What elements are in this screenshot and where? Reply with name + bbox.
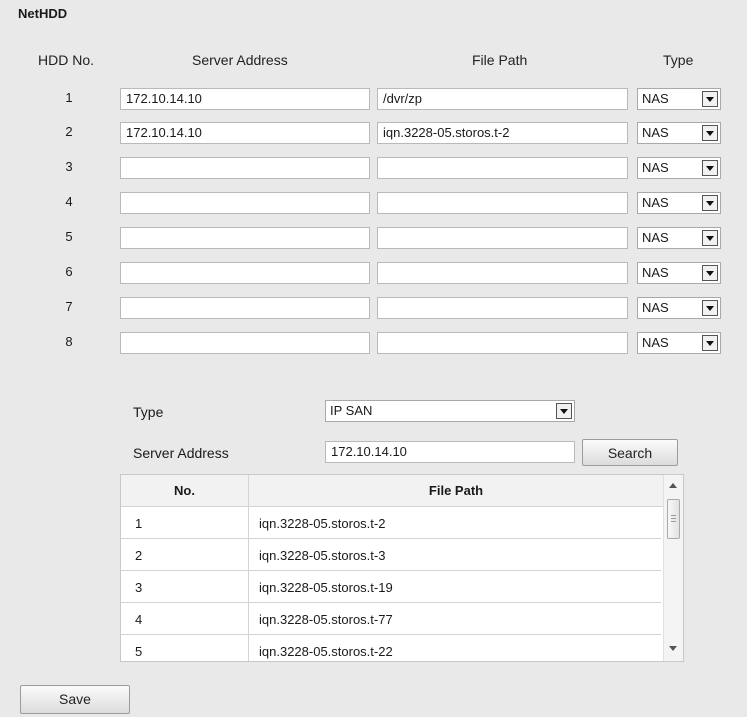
file-path-field-8[interactable]: [377, 332, 628, 354]
search-server-address-field[interactable]: 172.10.14.10: [325, 441, 575, 463]
scrollbar-thumb[interactable]: [667, 499, 680, 539]
results-table: No. File Path 1 iqn.3228-05.storos.t-2 2…: [120, 474, 684, 662]
chevron-down-icon[interactable]: [702, 195, 718, 211]
search-type-label: Type: [133, 404, 164, 420]
type-select-8[interactable]: NAS: [637, 332, 721, 354]
search-server-label: Server Address: [133, 445, 229, 461]
chevron-down-icon[interactable]: [702, 300, 718, 316]
chevron-down-icon[interactable]: [556, 403, 572, 419]
server-address-field-4[interactable]: [120, 192, 370, 214]
hdd-row-number: 8: [65, 334, 73, 349]
chevron-down-icon[interactable]: [702, 230, 718, 246]
row-no: 1: [135, 516, 143, 531]
server-address-field-1[interactable]: 172.10.14.10: [120, 88, 370, 110]
type-select-7[interactable]: NAS: [637, 297, 721, 319]
column-header-file-path: File Path: [472, 52, 528, 68]
type-select-6[interactable]: NAS: [637, 262, 721, 284]
row-no: 4: [135, 612, 143, 627]
scroll-up-icon[interactable]: [669, 483, 677, 488]
results-header-no: No.: [121, 475, 248, 507]
file-path-field-3[interactable]: [377, 157, 628, 179]
column-header-hdd-no: HDD No.: [38, 52, 95, 68]
row-no: 2: [135, 548, 143, 563]
table-row[interactable]: 2 iqn.3228-05.storos.t-3: [121, 539, 661, 571]
file-path-field-2[interactable]: iqn.3228-05.storos.t-2: [377, 122, 628, 144]
chevron-down-icon[interactable]: [702, 335, 718, 351]
row-file-path: iqn.3228-05.storos.t-77: [259, 612, 393, 627]
section-title: NetHDD: [18, 6, 68, 21]
file-path-field-6[interactable]: [377, 262, 628, 284]
row-file-path: iqn.3228-05.storos.t-3: [259, 548, 386, 563]
file-path-field-1[interactable]: /dvr/zp: [377, 88, 628, 110]
type-select-5[interactable]: NAS: [637, 227, 721, 249]
hdd-row-number: 4: [65, 194, 73, 209]
hdd-row-number: 2: [65, 124, 73, 139]
server-address-field-2[interactable]: 172.10.14.10: [120, 122, 370, 144]
row-file-path: iqn.3228-05.storos.t-2: [259, 516, 386, 531]
type-select-4[interactable]: NAS: [637, 192, 721, 214]
type-select-1[interactable]: NAS: [637, 88, 721, 110]
server-address-field-8[interactable]: [120, 332, 370, 354]
row-no: 5: [135, 644, 143, 659]
column-header-type: Type: [663, 52, 694, 68]
scroll-down-icon[interactable]: [669, 646, 677, 651]
chevron-down-icon[interactable]: [702, 265, 718, 281]
results-scrollbar[interactable]: [663, 475, 683, 661]
search-button[interactable]: Search: [582, 439, 678, 466]
table-row[interactable]: 4 iqn.3228-05.storos.t-77: [121, 603, 661, 635]
row-file-path: iqn.3228-05.storos.t-22: [259, 644, 393, 659]
hdd-row-number: 7: [65, 299, 73, 314]
file-path-field-5[interactable]: [377, 227, 628, 249]
file-path-field-7[interactable]: [377, 297, 628, 319]
server-address-field-6[interactable]: [120, 262, 370, 284]
results-header-file-path: File Path: [249, 475, 663, 507]
server-address-field-7[interactable]: [120, 297, 370, 319]
table-row[interactable]: 1 iqn.3228-05.storos.t-2: [121, 507, 661, 539]
column-header-server-address: Server Address: [192, 52, 288, 68]
chevron-down-icon[interactable]: [702, 160, 718, 176]
row-no: 3: [135, 580, 143, 595]
hdd-row-number: 1: [65, 90, 73, 105]
hdd-row-number: 6: [65, 264, 73, 279]
hdd-row-number: 5: [65, 229, 73, 244]
save-button[interactable]: Save: [20, 685, 130, 714]
table-row[interactable]: 3 iqn.3228-05.storos.t-19: [121, 571, 661, 603]
type-select-2[interactable]: NAS: [637, 122, 721, 144]
server-address-field-5[interactable]: [120, 227, 370, 249]
file-path-field-4[interactable]: [377, 192, 628, 214]
hdd-row-number: 3: [65, 159, 73, 174]
search-type-select[interactable]: IP SAN: [325, 400, 575, 422]
row-file-path: iqn.3228-05.storos.t-19: [259, 580, 393, 595]
chevron-down-icon[interactable]: [702, 91, 718, 107]
type-select-3[interactable]: NAS: [637, 157, 721, 179]
server-address-field-3[interactable]: [120, 157, 370, 179]
chevron-down-icon[interactable]: [702, 125, 718, 141]
table-row[interactable]: 5 iqn.3228-05.storos.t-22: [121, 635, 661, 661]
